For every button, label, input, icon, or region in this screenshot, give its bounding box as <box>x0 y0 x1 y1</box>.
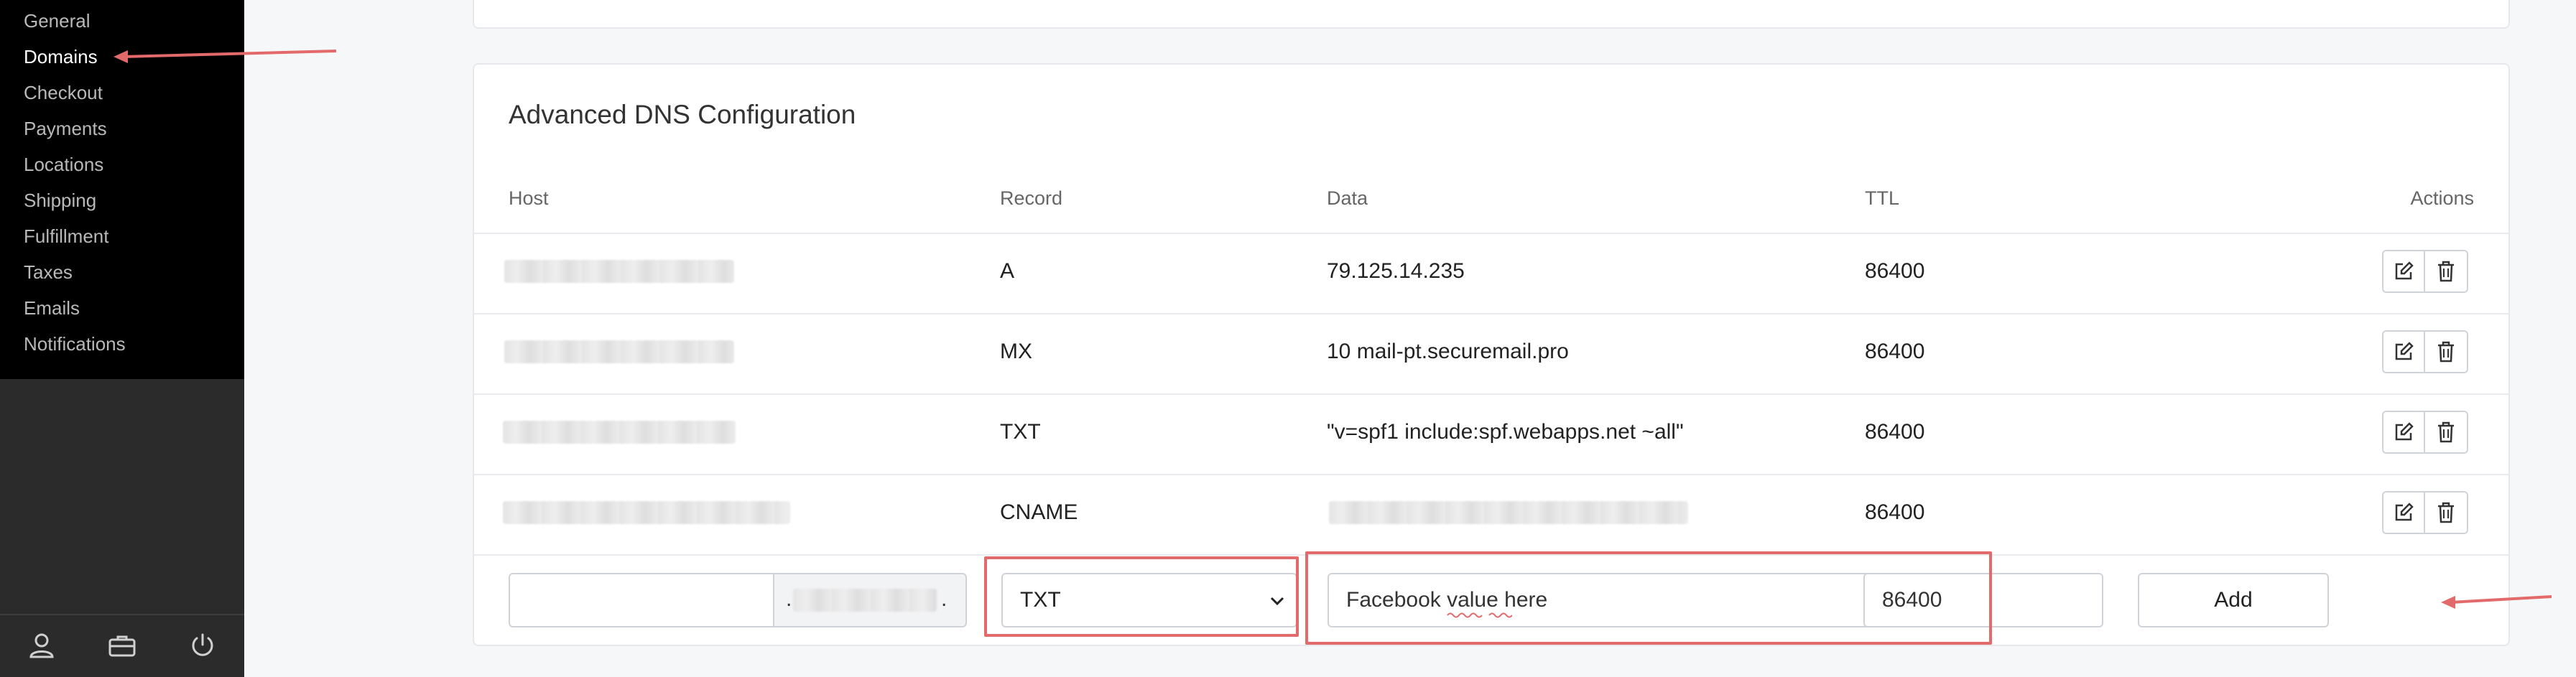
card-title: Advanced DNS Configuration <box>509 100 856 129</box>
record-ttl: 86400 <box>1865 340 1925 363</box>
row-divider <box>474 313 2508 314</box>
annotation-arrow-add <box>2441 595 2552 609</box>
add-record-button[interactable]: Add <box>2138 573 2329 627</box>
edit-button[interactable] <box>2382 491 2425 534</box>
edit-button[interactable] <box>2382 330 2425 373</box>
record-data: 79.125.14.235 <box>1327 259 1465 283</box>
redacted-domain-suffix <box>793 589 937 612</box>
delete-button[interactable] <box>2425 491 2468 534</box>
host-input[interactable] <box>509 573 774 627</box>
user-icon[interactable] <box>20 624 63 667</box>
redacted-host <box>503 501 790 524</box>
highlight-record-select <box>984 556 1299 637</box>
previous-card <box>473 0 2510 29</box>
column-header-record: Record <box>1000 187 1063 209</box>
sidebar-item-emails[interactable]: Emails <box>24 297 80 319</box>
redacted-host <box>504 260 734 283</box>
briefcase-icon[interactable] <box>101 624 144 667</box>
column-header-data: Data <box>1327 187 1368 209</box>
record-type: CNAME <box>1000 500 1078 524</box>
redacted-data <box>1329 501 1688 524</box>
sidebar-item-domains[interactable]: Domains <box>24 46 98 67</box>
power-icon[interactable] <box>181 624 224 667</box>
record-data: "v=spf1 include:spf.webapps.net ~all" <box>1327 420 1684 444</box>
row-divider <box>474 474 2508 475</box>
record-ttl: 86400 <box>1865 420 1925 444</box>
host-suffix: . . <box>773 573 967 627</box>
delete-button[interactable] <box>2425 330 2468 373</box>
row-divider <box>474 233 2508 234</box>
edit-icon <box>2395 422 2414 441</box>
sidebar-item-notifications[interactable]: Notifications <box>24 333 126 355</box>
record-data: 10 mail-pt.securemail.pro <box>1327 340 1569 363</box>
sidebar-footer <box>0 614 244 677</box>
record-type: MX <box>1000 340 1032 363</box>
edit-icon <box>2395 503 2414 521</box>
sidebar-item-taxes[interactable]: Taxes <box>24 261 73 283</box>
edit-icon <box>2395 342 2414 360</box>
trash-icon <box>2438 502 2454 523</box>
highlight-data-input <box>1305 551 1992 645</box>
sidebar-item-checkout[interactable]: Checkout <box>24 82 103 103</box>
row-divider <box>474 393 2508 395</box>
column-header-actions: Actions <box>2410 187 2474 209</box>
sidebar-item-payments[interactable]: Payments <box>24 118 107 139</box>
sidebar-item-fulfillment[interactable]: Fulfillment <box>24 225 108 247</box>
sidebar-item-general[interactable]: General <box>24 10 91 32</box>
trash-icon <box>2438 421 2454 443</box>
host-suffix-dot: . <box>941 587 948 611</box>
trash-icon <box>2438 261 2454 282</box>
redacted-host <box>503 421 736 444</box>
sidebar-item-locations[interactable]: Locations <box>24 154 103 175</box>
edit-button[interactable] <box>2382 250 2425 293</box>
record-ttl: 86400 <box>1865 259 1925 283</box>
sidebar: General Domains Checkout Payments Locati… <box>0 0 244 677</box>
record-type: A <box>1000 259 1015 283</box>
delete-button[interactable] <box>2425 411 2468 454</box>
annotation-arrow-domains <box>113 50 337 63</box>
edit-icon <box>2395 261 2414 280</box>
redacted-host <box>504 340 734 363</box>
record-type: TXT <box>1000 420 1041 444</box>
trash-icon <box>2438 341 2454 363</box>
delete-button[interactable] <box>2425 250 2468 293</box>
record-ttl: 86400 <box>1865 500 1925 524</box>
host-suffix-dot: . <box>786 587 792 611</box>
sidebar-item-shipping[interactable]: Shipping <box>24 190 96 211</box>
column-header-ttl: TTL <box>1865 187 1900 209</box>
column-header-host: Host <box>509 187 549 209</box>
edit-button[interactable] <box>2382 411 2425 454</box>
